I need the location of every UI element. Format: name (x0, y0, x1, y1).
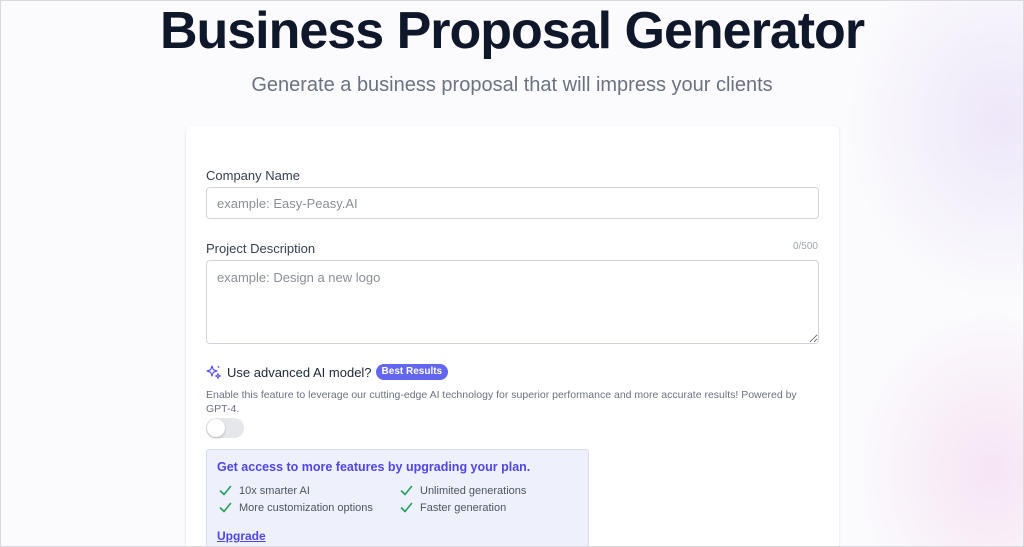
page-title: Business Proposal Generator (159, 2, 865, 60)
advanced-ai-description: Enable this feature to leverage our cutt… (206, 389, 797, 415)
upgrade-link[interactable]: Upgrade (217, 529, 266, 543)
project-description-label: Project Description (206, 241, 316, 256)
company-name-label: Company Name (206, 168, 300, 183)
feature-label: 10x smarter AI (239, 484, 310, 497)
check-icon (400, 485, 413, 496)
form-card: Company Name Project Description 0/500 U… (186, 126, 839, 546)
advanced-ai-toggle[interactable] (206, 418, 244, 438)
feature-label: Unlimited generations (420, 484, 527, 497)
feature-item: Faster generation (400, 501, 506, 514)
best-results-badge: Best Results (375, 364, 449, 380)
character-counter: 0/500 (792, 241, 818, 252)
company-name-input[interactable] (206, 187, 819, 219)
project-description-textarea[interactable] (206, 260, 819, 344)
upgrade-title: Get access to more features by upgrading… (217, 460, 531, 474)
feature-item: Unlimited generations (400, 484, 526, 497)
check-icon (219, 502, 232, 513)
sparkles-icon (206, 365, 221, 379)
advanced-ai-row: Use advanced AI model? Best Results (206, 364, 449, 380)
feature-label: Faster generation (420, 501, 507, 514)
feature-item: More customization options (219, 501, 373, 514)
page-subtitle: Generate a business proposal that will i… (251, 74, 773, 96)
feature-item: 10x smarter AI (219, 484, 310, 497)
check-icon (400, 502, 413, 513)
page-frame: Business Proposal Generator Generate a b… (0, 0, 1024, 547)
feature-label: More customization options (239, 501, 373, 514)
upgrade-panel: Get access to more features by upgrading… (206, 449, 589, 546)
check-icon (219, 485, 232, 496)
advanced-ai-label: Use advanced AI model? (227, 364, 372, 380)
toggle-knob (207, 419, 225, 437)
